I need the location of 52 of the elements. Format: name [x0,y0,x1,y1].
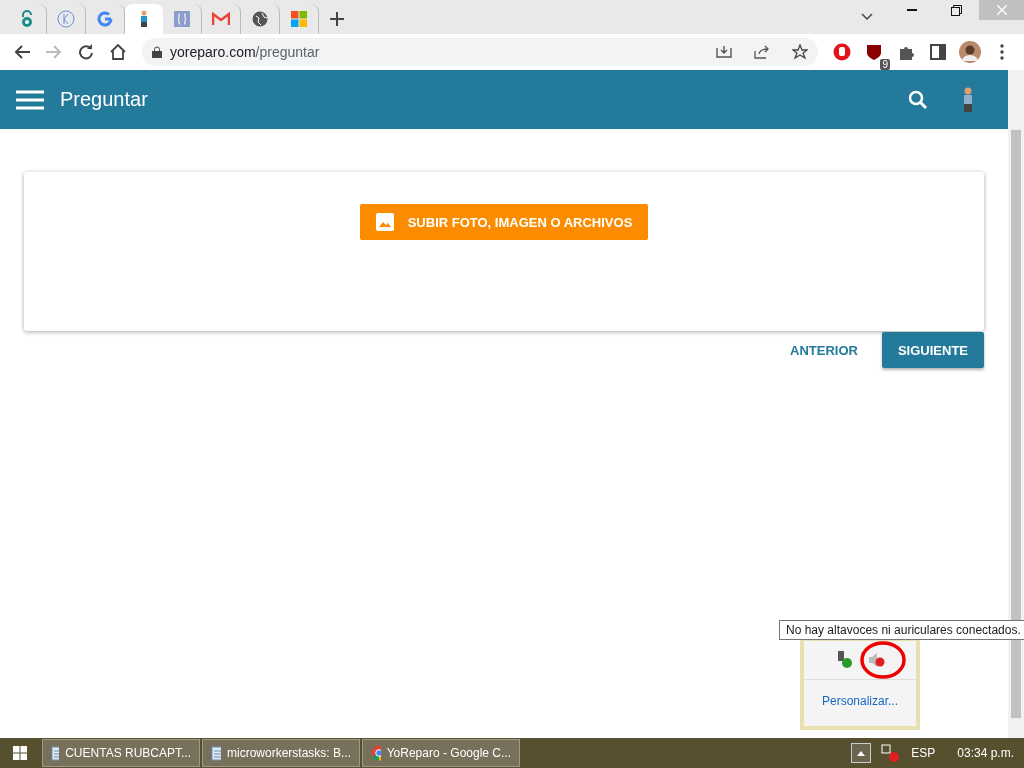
windows-logo-icon [291,11,307,27]
image-icon [375,213,394,231]
taskbar-item[interactable]: microworkerstasks: B... [202,739,360,767]
clock[interactable]: 03:34 p.m. [957,746,1014,760]
letter-circle-icon [57,10,75,28]
lock-icon [152,46,162,58]
figure-icon [138,10,150,28]
home-icon[interactable] [110,44,126,60]
address-bar[interactable]: yoreparo.com/preguntar [142,38,818,66]
url-text: yoreparo.com/preguntar [170,44,321,60]
share-icon[interactable] [754,45,770,59]
page-title: Preguntar [60,88,149,111]
language-indicator[interactable]: ESP [911,746,936,760]
taskbar-item[interactable]: YoReparo - Google C... [362,739,520,767]
previous-button[interactable]: ANTERIOR [774,332,874,368]
menu-icon[interactable] [16,89,44,110]
browser-tab[interactable] [125,4,163,34]
next-button[interactable]: SIGUIENTE [881,332,984,368]
globe-icon [252,11,268,27]
side-panel-icon[interactable] [930,44,946,60]
g-logo-icon [97,11,113,27]
notepad-icon [51,745,60,761]
caret-up-icon [857,750,866,756]
close-icon [996,5,1007,15]
usb-check-icon[interactable] [835,651,853,669]
extension-badge: 9 [880,59,890,70]
highlight-ellipse [860,640,906,680]
padlock-icon [19,10,35,28]
notepad-icon [211,745,221,761]
network-error-icon[interactable] [881,744,900,762]
reload-icon[interactable] [78,44,94,60]
star-icon[interactable] [792,44,808,60]
more-vertical-icon[interactable] [1000,44,1004,60]
tooltip: No hay altavoces ni auriculares conectados. [779,620,1024,640]
shield-icon[interactable] [866,43,882,61]
chrome-icon [371,745,381,761]
windows-logo-icon [13,746,27,760]
mail-icon [212,12,230,26]
braces-icon [174,11,190,27]
taskbar-item[interactable]: CUENTAS RUBCAPT... [42,739,200,767]
puzzle-icon[interactable] [898,44,914,60]
back-arrow-icon[interactable] [14,45,30,59]
speaker-error-icon[interactable] [867,651,885,669]
tray-expand-button[interactable] [851,743,872,763]
install-icon[interactable] [716,45,732,59]
minimize-icon[interactable] [906,9,917,11]
avatar-icon[interactable] [959,41,981,63]
restore-icon[interactable] [951,4,962,16]
plus-icon[interactable] [330,12,344,26]
chevron-down-icon[interactable] [860,13,873,21]
search-icon[interactable] [908,89,928,110]
customize-link[interactable]: Personalizar... [821,694,898,708]
